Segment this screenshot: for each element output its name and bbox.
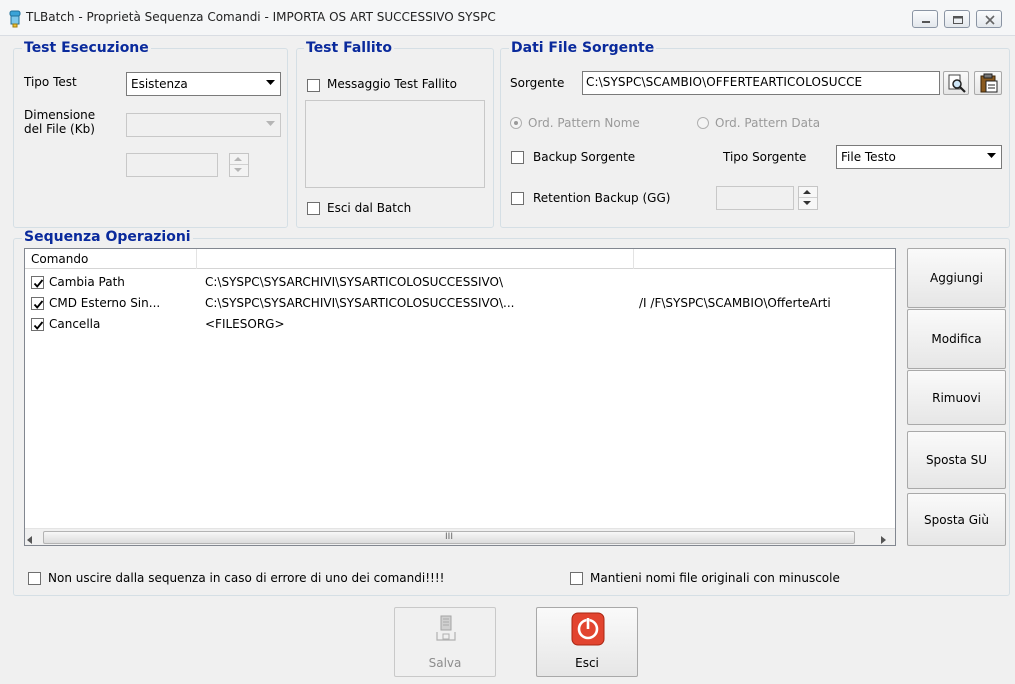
sposta-giu-button[interactable]: Sposta Giù: [907, 493, 1006, 546]
window-title: TLBatch - Proprietà Sequenza Comandi - I…: [26, 10, 496, 24]
salva-label: Salva: [428, 656, 462, 670]
row-checkbox[interactable]: [31, 297, 44, 310]
ord-pattern-data-radio[interactable]: [697, 117, 709, 129]
close-icon: [985, 15, 995, 25]
mantieni-nomi-checkbox[interactable]: [570, 572, 583, 585]
clipboard-icon: [980, 73, 998, 93]
non-uscire-label: Non uscire dalla sequenza in caso di err…: [48, 571, 445, 585]
ord-pattern-nome-radio[interactable]: [510, 117, 522, 129]
commands-listview[interactable]: Comando Cambia Path C:\SYSPC\SYSARCHIVI\…: [24, 248, 896, 546]
row-checkbox[interactable]: [31, 276, 44, 289]
spin-up-icon[interactable]: [230, 154, 248, 165]
scroll-thumb[interactable]: III: [43, 531, 855, 544]
tipo-sorgente-label: Tipo Sorgente: [723, 150, 807, 164]
dimensione-spin-input[interactable]: [126, 153, 218, 177]
row-comando: CMD Esterno Sin...: [49, 296, 161, 310]
dimensione-combo[interactable]: [126, 113, 281, 137]
list-header: Comando: [25, 249, 895, 269]
close-button[interactable]: [976, 10, 1002, 28]
search-file-icon: [948, 74, 966, 93]
checkmark-icon: [33, 321, 44, 330]
retention-backup-checkbox[interactable]: [511, 192, 524, 205]
spin-down-icon[interactable]: [799, 198, 817, 209]
esci-button[interactable]: Esci: [536, 607, 638, 677]
chevron-down-icon[interactable]: [262, 74, 279, 94]
table-row[interactable]: Cancella <FILESORG>: [29, 316, 893, 333]
esci-dal-batch-label: Esci dal Batch: [327, 201, 412, 215]
paste-button[interactable]: [974, 71, 1002, 95]
sposta-su-button[interactable]: Sposta SU: [907, 431, 1006, 489]
aggiungi-button[interactable]: Aggiungi: [907, 248, 1006, 308]
scroll-left-icon[interactable]: [27, 533, 33, 547]
row-comando: Cancella: [49, 317, 101, 331]
minimize-button[interactable]: [912, 10, 938, 28]
dati-file-sorgente-title: Dati File Sorgente: [509, 40, 657, 56]
table-row[interactable]: CMD Esterno Sin... C:\SYSPC\SYSARCHIVI\S…: [29, 295, 893, 312]
mantieni-nomi-label: Mantieni nomi file originali con minusco…: [590, 571, 840, 585]
sequenza-operazioni-title: Sequenza Operazioni: [22, 229, 193, 245]
retention-spinner[interactable]: [798, 186, 818, 210]
maximize-icon: [953, 16, 963, 24]
non-uscire-checkbox[interactable]: [28, 572, 41, 585]
dimensione-label-1: Dimensione: [24, 108, 96, 122]
column-header-comando[interactable]: Comando: [25, 249, 197, 269]
tipo-test-combo[interactable]: Esistenza: [126, 72, 281, 96]
spin-down-icon[interactable]: [230, 165, 248, 176]
dimensione-label-2: del File (Kb): [24, 122, 95, 136]
ord-pattern-data-label: Ord. Pattern Data: [715, 116, 821, 130]
rimuovi-button[interactable]: Rimuovi: [907, 370, 1006, 425]
chevron-down-icon[interactable]: [262, 115, 279, 135]
row-checkbox[interactable]: [31, 318, 44, 331]
sorgente-label: Sorgente: [510, 76, 565, 90]
maximize-button[interactable]: [944, 10, 970, 28]
backup-sorgente-label: Backup Sorgente: [533, 150, 636, 164]
modifica-button[interactable]: Modifica: [907, 309, 1006, 369]
row-param2: /I /F\SYSPC\SCAMBIO\OfferteArti: [639, 296, 831, 310]
tipo-test-value: Esistenza: [131, 77, 188, 91]
minimize-icon: [922, 21, 930, 23]
tipo-test-label: Tipo Test: [24, 75, 77, 89]
row-comando: Cambia Path: [49, 275, 125, 289]
title-bar: TLBatch - Proprietà Sequenza Comandi - I…: [0, 0, 1015, 36]
tipo-sorgente-combo[interactable]: File Testo: [836, 145, 1002, 169]
column-header-3[interactable]: [634, 249, 895, 269]
spin-up-icon[interactable]: [799, 187, 817, 198]
backup-sorgente-checkbox[interactable]: [511, 151, 524, 164]
esci-dal-batch-checkbox[interactable]: [307, 202, 320, 215]
checkmark-icon: [33, 279, 44, 288]
test-fallito-title: Test Fallito: [304, 40, 394, 56]
column-header-2[interactable]: [197, 249, 634, 269]
scroll-right-icon[interactable]: [881, 533, 887, 547]
row-param1: <FILESORG>: [205, 317, 285, 331]
tipo-sorgente-value: File Testo: [841, 150, 896, 164]
test-esecuzione-title: Test Esecuzione: [22, 40, 151, 56]
row-param1: C:\SYSPC\SYSARCHIVI\SYSARTICOLOSUCCESSIV…: [205, 275, 504, 289]
messaggio-test-fallito-checkbox[interactable]: [307, 79, 320, 92]
dimensione-spinner[interactable]: [229, 153, 249, 177]
app-icon: [8, 10, 22, 28]
retention-input[interactable]: [716, 186, 794, 210]
messaggio-textarea[interactable]: [305, 100, 485, 188]
chevron-down-icon[interactable]: [983, 147, 1000, 167]
salva-button[interactable]: Salva: [394, 607, 496, 677]
row-param1: C:\SYSPC\SYSARCHIVI\SYSARTICOLOSUCCESSIV…: [205, 296, 515, 310]
sorgente-input[interactable]: C:\SYSPC\SCAMBIO\OFFERTEARTICOLOSUCCE: [582, 71, 940, 95]
esci-label: Esci: [575, 656, 599, 670]
scroll-thumb-grip: III: [445, 532, 453, 542]
save-icon: [436, 615, 456, 641]
retention-backup-label: Retention Backup (GG): [533, 191, 671, 205]
ord-pattern-nome-label: Ord. Pattern Nome: [528, 116, 640, 130]
horizontal-scrollbar[interactable]: III: [25, 528, 895, 545]
messaggio-test-fallito-label: Messaggio Test Fallito: [327, 77, 457, 91]
table-row[interactable]: Cambia Path C:\SYSPC\SYSARCHIVI\SYSARTIC…: [29, 274, 893, 291]
checkmark-icon: [33, 300, 44, 309]
browse-button[interactable]: [943, 71, 969, 95]
power-off-icon: [571, 612, 605, 646]
